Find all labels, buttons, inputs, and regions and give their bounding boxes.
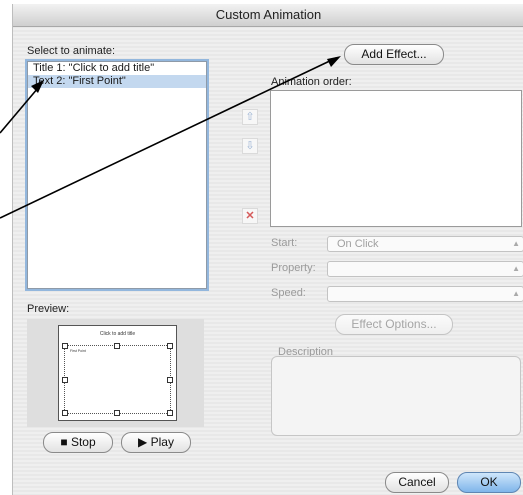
description-box bbox=[271, 356, 521, 436]
resize-handle bbox=[62, 343, 68, 349]
stop-square-icon: ■ bbox=[60, 435, 68, 449]
start-value: On Click bbox=[337, 238, 379, 250]
list-item[interactable]: Title 1: "Click to add title" bbox=[28, 62, 206, 75]
preview-panel: Click to add title First Point bbox=[27, 319, 204, 427]
select-to-animate-list[interactable]: Title 1: "Click to add title" Text 2: "F… bbox=[27, 61, 207, 289]
animation-order-list[interactable] bbox=[270, 90, 522, 227]
resize-handle bbox=[62, 377, 68, 383]
property-label: Property: bbox=[271, 262, 316, 274]
slide-thumbnail: Click to add title First Point bbox=[58, 325, 177, 421]
custom-animation-dialog: Custom Animation Select to animate: Titl… bbox=[12, 4, 523, 495]
updown-chevron-icon: ▲ bbox=[512, 264, 520, 273]
cancel-button[interactable]: Cancel bbox=[385, 472, 449, 493]
play-triangle-icon: ▶ bbox=[138, 435, 148, 449]
add-effect-button[interactable]: Add Effect... bbox=[344, 44, 444, 65]
resize-handle bbox=[167, 377, 173, 383]
resize-handle bbox=[114, 410, 120, 416]
stop-button[interactable]: ■ Stop bbox=[43, 432, 113, 453]
start-select[interactable]: On Click ▲ bbox=[327, 236, 523, 252]
select-to-animate-label: Select to animate: bbox=[27, 45, 116, 57]
stop-label: Stop bbox=[70, 435, 96, 449]
list-item-selected[interactable]: Text 2: "First Point" bbox=[28, 75, 206, 88]
resize-handle bbox=[114, 343, 120, 349]
property-select[interactable]: ▲ bbox=[327, 261, 523, 277]
ok-button[interactable]: OK bbox=[457, 472, 521, 493]
remove-x-icon[interactable]: ✕ bbox=[242, 208, 258, 224]
play-button[interactable]: ▶ Play bbox=[121, 432, 191, 453]
start-label: Start: bbox=[271, 237, 298, 249]
effect-options-button[interactable]: Effect Options... bbox=[335, 314, 453, 335]
resize-handle bbox=[167, 410, 173, 416]
slide-title: Click to add title bbox=[99, 331, 136, 337]
down-arrow-icon[interactable]: ⇩ bbox=[242, 138, 258, 154]
window-title: Custom Animation bbox=[215, 7, 322, 22]
slide-point: First Point bbox=[70, 349, 86, 353]
resize-handle bbox=[62, 410, 68, 416]
up-arrow-icon[interactable]: ⇧ bbox=[242, 109, 258, 125]
resize-handle bbox=[167, 343, 173, 349]
placeholder-frame: First Point bbox=[64, 345, 171, 414]
preview-label: Preview: bbox=[27, 303, 70, 315]
updown-chevron-icon: ▲ bbox=[512, 239, 520, 248]
speed-select[interactable]: ▲ bbox=[327, 286, 523, 302]
updown-chevron-icon: ▲ bbox=[512, 289, 520, 298]
animation-order-label: Animation order: bbox=[271, 76, 352, 88]
title-bar: Custom Animation bbox=[13, 4, 523, 27]
speed-label: Speed: bbox=[271, 287, 306, 299]
play-label: Play bbox=[150, 435, 174, 449]
